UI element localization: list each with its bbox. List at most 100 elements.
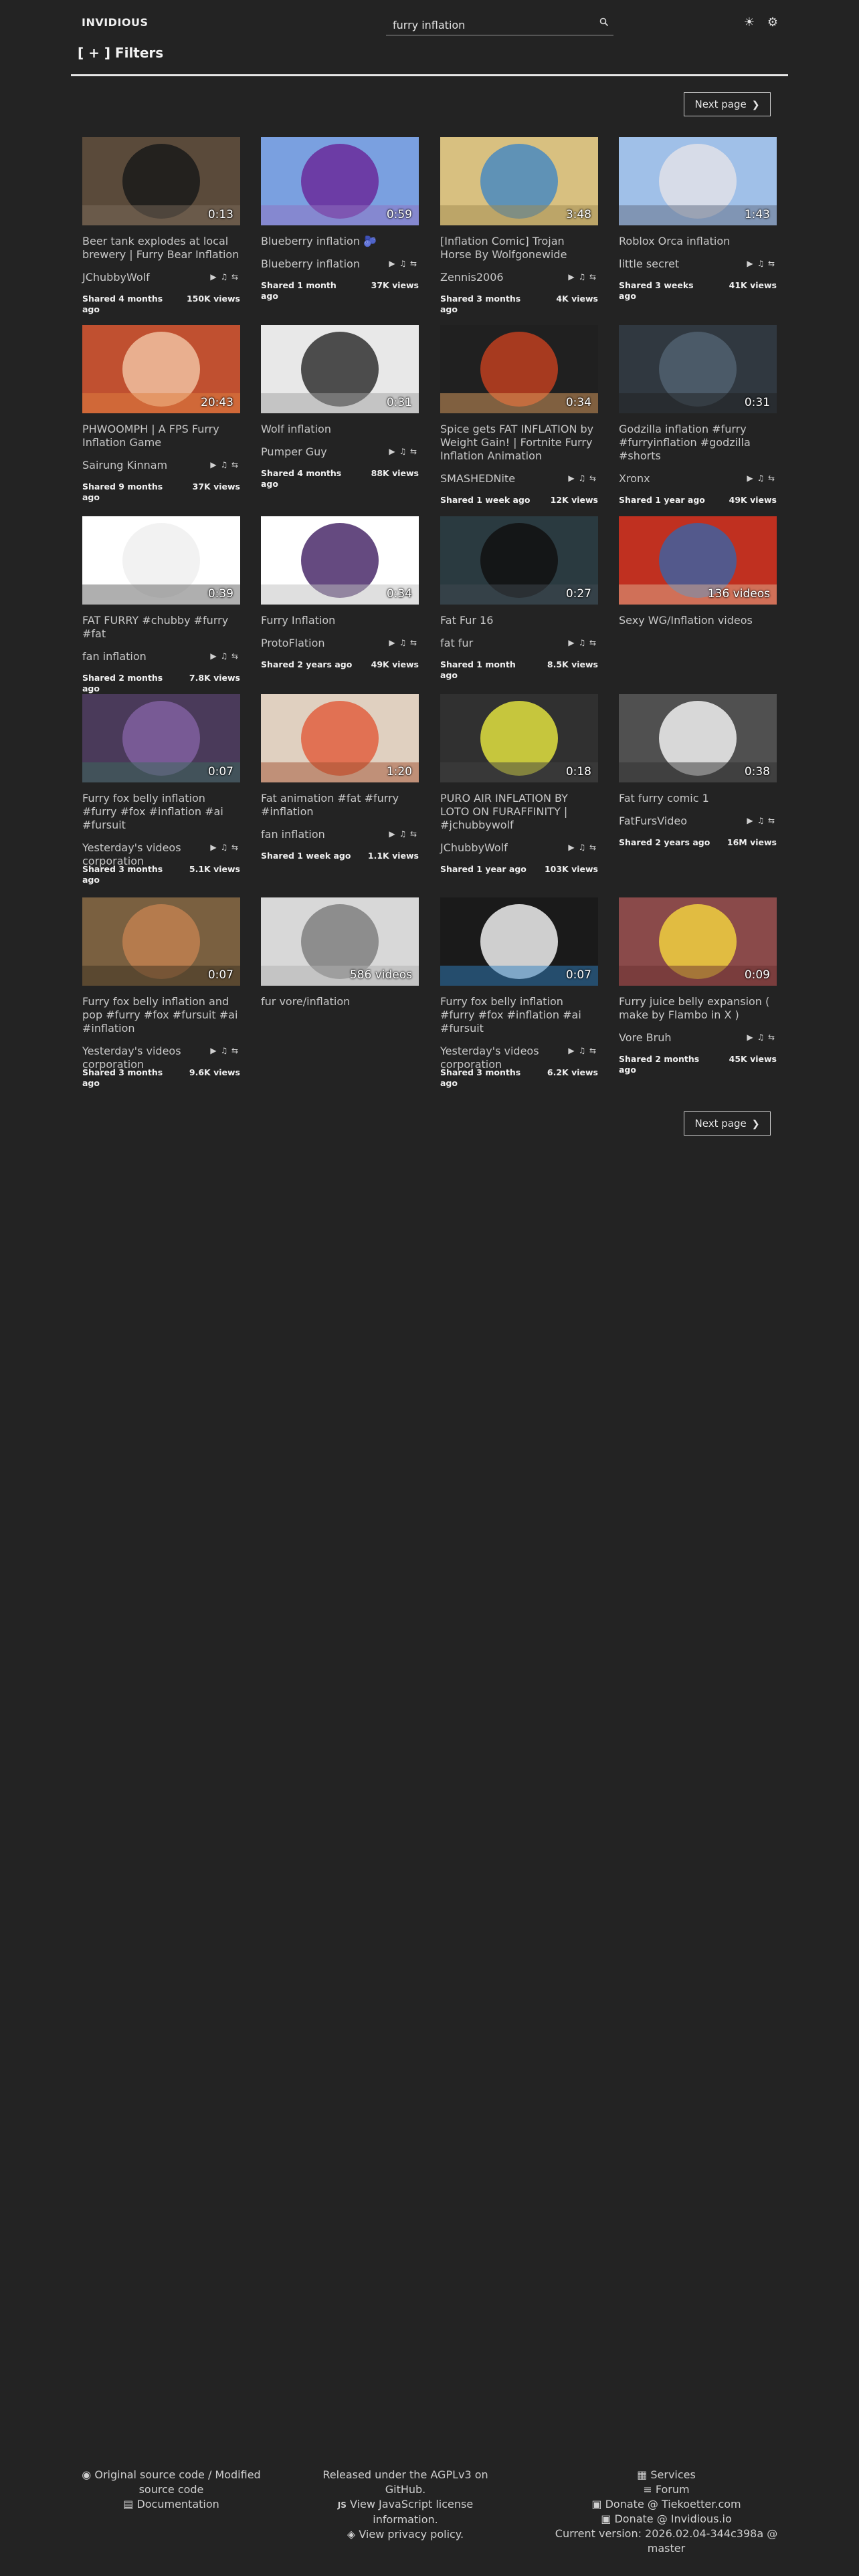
documentation-link[interactable]: Documentation <box>136 2498 219 2510</box>
video-thumbnail[interactable]: 136 videos <box>619 516 777 605</box>
video-thumbnail[interactable]: 0:59 <box>261 137 419 225</box>
channel-name[interactable]: ProtoFlation <box>261 637 375 650</box>
youtube-icon[interactable]: ▶ <box>387 829 397 839</box>
sun-icon[interactable]: ☀ <box>742 15 757 31</box>
headphones-icon[interactable]: ♫ <box>219 1046 229 1055</box>
video-title[interactable]: FAT FURRY #chubby #furry #fat <box>82 614 240 641</box>
js-license-link[interactable]: View JavaScript license information. <box>350 2498 473 2526</box>
switch-instance-icon[interactable]: ⇆ <box>766 1033 777 1042</box>
video-card[interactable]: 0:34 Spice gets FAT INFLATION by Weight G… <box>440 325 598 506</box>
channel-name[interactable]: fan inflation <box>261 828 375 841</box>
video-title[interactable]: Furry fox belly inflation #furry #fox #i… <box>82 792 240 832</box>
switch-instance-icon[interactable]: ⇆ <box>587 843 598 852</box>
playlist-card[interactable]: 136 videos Sexy WG/Inflation videos <box>619 516 777 627</box>
switch-instance-icon[interactable]: ⇆ <box>229 651 240 661</box>
privacy-link[interactable]: View privacy policy. <box>359 2528 464 2541</box>
video-card[interactable]: 0:18 PURO AIR INFLATION BY LOTO ON FURAFF… <box>440 694 598 875</box>
video-thumbnail[interactable]: 0:31 <box>261 325 419 413</box>
video-title[interactable]: Fat animation #fat #furry #inflation <box>261 792 419 819</box>
video-title[interactable]: Spice gets FAT INFLATION by Weight Gain!… <box>440 423 598 463</box>
video-card[interactable]: 0:13 Beer tank explodes at local brewery … <box>82 137 240 315</box>
channel-name[interactable]: Xronx <box>619 472 733 486</box>
video-card[interactable]: 0:07 Furry fox belly inflation and pop #f… <box>82 897 240 1089</box>
headphones-icon[interactable]: ♫ <box>397 829 408 839</box>
video-card[interactable]: 0:07 Furry fox belly inflation #furry #fo… <box>440 897 598 1089</box>
channel-name[interactable]: JChubbyWolf <box>440 841 554 855</box>
channel-name[interactable]: fat fur <box>440 637 554 650</box>
video-title[interactable]: Blueberry inflation 🫐 <box>261 235 419 248</box>
switch-instance-icon[interactable]: ⇆ <box>408 447 419 456</box>
youtube-icon[interactable]: ▶ <box>387 259 397 268</box>
video-thumbnail[interactable]: 0:07 <box>82 897 240 986</box>
youtube-icon[interactable]: ▶ <box>387 447 397 456</box>
switch-instance-icon[interactable]: ⇆ <box>408 259 419 268</box>
switch-instance-icon[interactable]: ⇆ <box>587 1046 598 1055</box>
home-link[interactable]: INVIDIOUS <box>82 16 149 29</box>
video-title[interactable]: fur vore/inflation <box>261 995 419 1008</box>
services-link[interactable]: Services <box>650 2468 695 2481</box>
video-thumbnail[interactable]: 0:34 <box>440 325 598 413</box>
video-thumbnail[interactable]: 0:18 <box>440 694 598 782</box>
source-code-link[interactable]: Original source code / Modified source c… <box>94 2468 260 2496</box>
video-card[interactable]: 0:59 Blueberry inflation 🫐 Blueberry infla… <box>261 137 419 302</box>
youtube-icon[interactable]: ▶ <box>745 473 755 483</box>
video-card[interactable]: 20:43 PHWOOMPH | A FPS Furry Inflation Ga… <box>82 325 240 503</box>
video-title[interactable]: Fat furry comic 1 <box>619 792 777 805</box>
video-title[interactable]: Godzilla inflation #furry #furryinflatio… <box>619 423 777 463</box>
donate-invidious-link[interactable]: Donate @ Invidious.io <box>614 2512 731 2525</box>
youtube-icon[interactable]: ▶ <box>208 272 219 282</box>
video-card[interactable]: 0:39 FAT FURRY #chubby #furry #fat fan inf… <box>82 516 240 694</box>
channel-name[interactable]: FatFursVideo <box>619 815 733 828</box>
video-thumbnail[interactable]: 0:07 <box>82 694 240 782</box>
youtube-icon[interactable]: ▶ <box>566 843 577 852</box>
switch-instance-icon[interactable]: ⇆ <box>408 638 419 647</box>
youtube-icon[interactable]: ▶ <box>745 1033 755 1042</box>
video-title[interactable]: Furry fox belly inflation #furry #fox #i… <box>440 995 598 1035</box>
headphones-icon[interactable]: ♫ <box>577 843 587 852</box>
headphones-icon[interactable]: ♫ <box>219 651 229 661</box>
youtube-icon[interactable]: ▶ <box>208 651 219 661</box>
video-thumbnail[interactable]: 0:13 <box>82 137 240 225</box>
headphones-icon[interactable]: ♫ <box>577 638 587 647</box>
video-thumbnail[interactable]: 586 videos <box>261 897 419 986</box>
switch-instance-icon[interactable]: ⇆ <box>587 473 598 483</box>
video-card[interactable]: 0:27 Fat Fur 16 fat fur ▶ ♫ ⇆ Shared 1 month a… <box>440 516 598 681</box>
video-card[interactable]: 1:43 Roblox Orca inflation little secret ▶ ♫… <box>619 137 777 302</box>
video-title[interactable]: Furry juice belly expansion ( make by Fl… <box>619 995 777 1022</box>
video-thumbnail[interactable]: 0:39 <box>82 516 240 605</box>
youtube-icon[interactable]: ▶ <box>745 816 755 825</box>
channel-name[interactable]: little secret <box>619 257 733 271</box>
search-icon[interactable] <box>597 17 611 31</box>
youtube-icon[interactable]: ▶ <box>387 638 397 647</box>
headphones-icon[interactable]: ♫ <box>755 259 766 268</box>
channel-name[interactable]: Zennis2006 <box>440 271 554 284</box>
video-card[interactable]: 1:20 Fat animation #fat #furry #inflation… <box>261 694 419 861</box>
next-page-button-bottom[interactable]: Next page ❯ <box>684 1111 771 1136</box>
video-thumbnail[interactable]: 0:34 <box>261 516 419 605</box>
video-title[interactable]: Fat Fur 16 <box>440 614 598 627</box>
switch-instance-icon[interactable]: ⇆ <box>766 473 777 483</box>
forum-link[interactable]: Forum <box>656 2483 690 2496</box>
video-card[interactable]: 0:07 Furry fox belly inflation #furry #fo… <box>82 694 240 885</box>
switch-instance-icon[interactable]: ⇆ <box>766 816 777 825</box>
playlist-card[interactable]: 586 videos fur vore/inflation <box>261 897 419 1008</box>
video-title[interactable]: [Inflation Comic] Trojan Horse By Wolfgo… <box>440 235 598 261</box>
video-thumbnail[interactable]: 1:43 <box>619 137 777 225</box>
headphones-icon[interactable]: ♫ <box>219 460 229 469</box>
video-thumbnail[interactable]: 1:20 <box>261 694 419 782</box>
video-card[interactable]: 0:09 Furry juice belly expansion ( make b… <box>619 897 777 1075</box>
channel-name[interactable]: Vore Bruh <box>619 1031 733 1045</box>
donate-tiekoetter-link[interactable]: Donate @ Tiekoetter.com <box>605 2498 741 2510</box>
gear-icon[interactable]: ⚙ <box>765 15 780 31</box>
video-thumbnail[interactable]: 0:07 <box>440 897 598 986</box>
switch-instance-icon[interactable]: ⇆ <box>766 259 777 268</box>
video-title[interactable]: PHWOOMPH | A FPS Furry Inflation Game <box>82 423 240 449</box>
search-input[interactable] <box>391 16 595 33</box>
video-title[interactable]: Sexy WG/Inflation videos <box>619 614 777 627</box>
switch-instance-icon[interactable]: ⇆ <box>408 829 419 839</box>
video-thumbnail[interactable]: 20:43 <box>82 325 240 413</box>
headphones-icon[interactable]: ♫ <box>577 473 587 483</box>
video-title[interactable]: Wolf inflation <box>261 423 419 436</box>
youtube-icon[interactable]: ▶ <box>566 272 577 282</box>
switch-instance-icon[interactable]: ⇆ <box>229 1046 240 1055</box>
